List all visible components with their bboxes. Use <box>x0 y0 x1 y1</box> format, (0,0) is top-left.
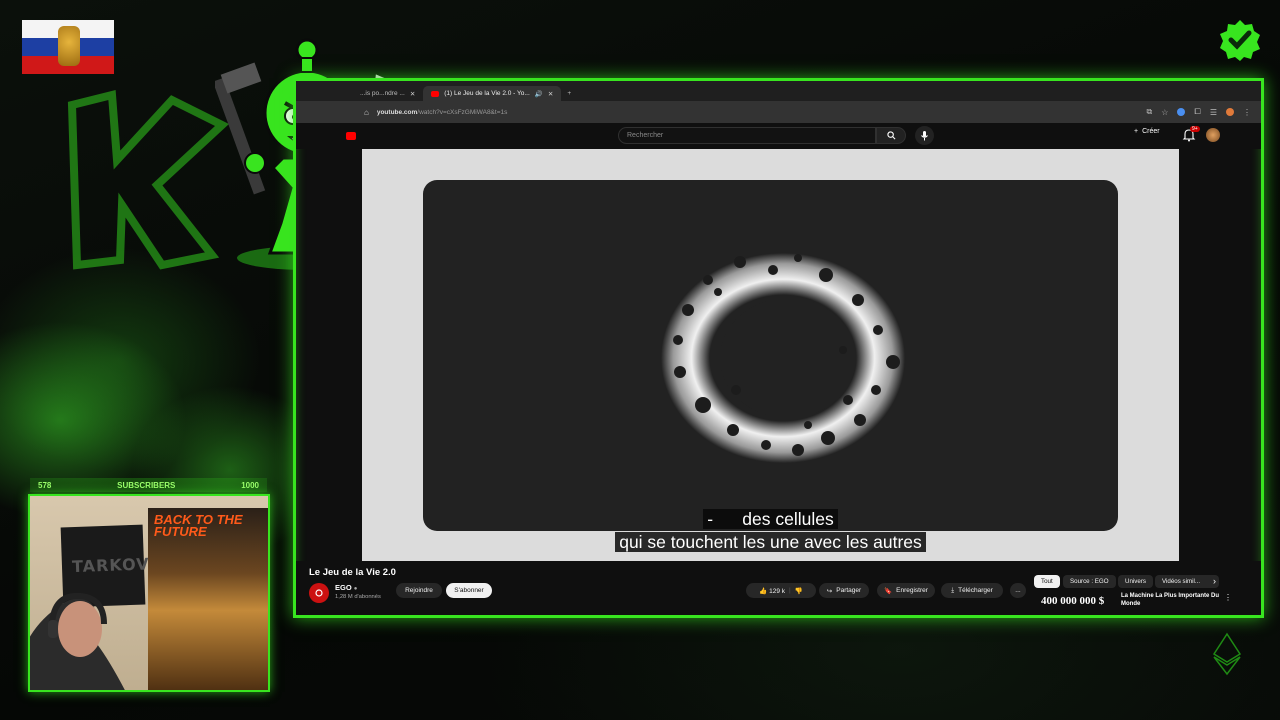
create-button[interactable]: + Créer <box>1134 128 1160 135</box>
recommendation-title[interactable]: La Machine La Plus Importante Du Monde <box>1121 592 1221 608</box>
home-icon[interactable]: ⌂ <box>364 108 369 117</box>
recommendation-menu-icon[interactable]: ⋮ <box>1224 593 1232 602</box>
url-host: youtube.com <box>376 108 418 116</box>
subscriber-label: SUBSCRIBERS <box>117 480 176 490</box>
verified-check-icon: ● <box>353 586 358 592</box>
share-label: Partager <box>836 587 862 594</box>
reading-list-icon[interactable]: ☰ <box>1210 108 1217 117</box>
download-label: Télécharger <box>958 587 993 594</box>
chip-universe[interactable]: Univers <box>1118 575 1153 588</box>
youtube-favicon-icon <box>431 90 440 97</box>
like-count: 129 k <box>769 587 785 595</box>
share-button[interactable]: ↪ Partager <box>819 583 869 598</box>
tab-youtube-active[interactable]: (1) Le Jeu de la Vie 2.0 - Yo... 🔊 ✕ <box>423 86 562 101</box>
save-button[interactable]: 🔖 Enregistrer <box>877 583 935 598</box>
close-tab-icon[interactable]: ✕ <box>410 90 415 98</box>
subscribe-button[interactable]: S'abonner <box>446 583 492 598</box>
channel-name[interactable]: EGO ● <box>335 583 357 592</box>
url-text[interactable]: youtube.com/watch?v=cXsFzGMiWA8&t=1s <box>377 109 508 116</box>
save-icon: 🔖 <box>884 587 893 595</box>
cast-icon[interactable]: ⧉ <box>1147 107 1153 117</box>
channel-avatar[interactable] <box>309 583 329 603</box>
search-icon <box>886 131 895 140</box>
chip-similar-videos[interactable]: Vidéos simil... <box>1155 575 1219 588</box>
video-player[interactable]: - des cellules qui se touchent les une a… <box>362 149 1179 561</box>
microphone-icon <box>921 130 928 140</box>
address-bar[interactable]: ⌂ youtube.com/watch?v=cXsFzGMiWA8&t=1s ⧉… <box>296 101 1261 123</box>
coat-of-arms-icon <box>58 26 80 66</box>
user-avatar[interactable] <box>1206 128 1220 142</box>
menu-dots-icon[interactable]: ⋮ <box>1243 108 1251 117</box>
cellular-ring-visual <box>661 253 905 463</box>
video-frame <box>423 180 1118 531</box>
video-info: Le Jeu de la Vie 2.0 EGO ● 1,28 M d'abon… <box>296 561 1261 615</box>
youtube-header: Rechercher + Créer 9+ <box>296 123 1261 149</box>
join-button[interactable]: Rejoindre <box>396 583 442 598</box>
profile-icon[interactable] <box>1226 108 1234 116</box>
subtitle-text: qui se touchent les une avec les autres <box>615 532 926 552</box>
bookmark-star-icon[interactable]: ☆ <box>1161 108 1168 117</box>
tab-label: ...is po...ndre ... <box>360 90 405 97</box>
close-tab-icon[interactable]: ✕ <box>548 90 553 98</box>
download-icon: ⤓ <box>951 586 955 594</box>
sidebar-dark <box>1179 149 1239 561</box>
search-input[interactable]: Rechercher <box>618 127 876 144</box>
browser-toolbar-icons: ⧉ ☆ ⧠ ☰ ⋮ <box>1147 107 1251 117</box>
subtitle-line-2: qui se touchent les une avec les autres <box>362 532 1179 553</box>
subscriber-goal: 1000 <box>241 480 259 490</box>
youtube-logo-icon[interactable] <box>346 132 356 140</box>
download-button[interactable]: ⤓ Télécharger <box>941 583 1003 598</box>
subtitle-line-1: - des cellules <box>362 509 1179 530</box>
recommendation-thumbnail-text[interactable]: 400 000 000 $ <box>1041 595 1104 607</box>
tab-label: (1) Le Jeu de la Vie 2.0 - Yo... <box>444 90 530 97</box>
poster-back-to-the-future: BACK TO THE FUTURE <box>148 508 268 690</box>
subscriber-current: 578 <box>38 480 52 490</box>
chevron-right-icon[interactable]: › <box>1213 576 1216 586</box>
like-button[interactable]: 👍 129 k <box>759 587 785 595</box>
video-title: Le Jeu de la Vie 2.0 <box>309 567 396 578</box>
poster-left-text: TARKOV <box>71 554 150 577</box>
streamer-person <box>30 592 125 690</box>
channel-subscriber-count: 1,28 M d'abonnés <box>335 594 381 600</box>
extension-icon[interactable] <box>1177 108 1186 116</box>
plus-icon: + <box>1134 128 1139 135</box>
channel-logo-icon <box>315 589 323 597</box>
like-dislike-group: 👍 129 k | 👎 <box>746 583 816 598</box>
k-logo-icon <box>67 89 229 270</box>
ethereum-icon <box>1212 632 1242 676</box>
channel-name-text: EGO <box>335 583 352 592</box>
search-button[interactable] <box>876 127 906 144</box>
save-label: Enregistrer <box>896 587 928 594</box>
share-icon: ↪ <box>826 587 833 595</box>
poster-right-text: BACK TO THE FUTURE <box>154 512 243 539</box>
tab-previous[interactable]: ...is po...ndre ... ✕ <box>352 86 423 101</box>
webcam-feed: TARKOV BACK TO THE FUTURE <box>28 494 270 692</box>
extensions-puzzle-icon[interactable]: ⧠ <box>1194 107 1200 117</box>
subtitle-text: - des cellules <box>703 509 838 529</box>
create-label: Créer <box>1142 128 1160 135</box>
notification-count-badge: 9+ <box>1190 126 1200 132</box>
chip-source[interactable]: Source : EGO <box>1063 575 1116 588</box>
new-tab-button[interactable]: + <box>561 90 577 97</box>
verified-badge-icon <box>1220 20 1260 61</box>
chip-all[interactable]: Tout <box>1034 575 1060 588</box>
russia-flag-icon <box>22 20 114 74</box>
browser-window: ...is po...ndre ... ✕ (1) Le Jeu de la V… <box>293 78 1264 618</box>
url-path: /watch?v=cXsFzGMiWA8&t=1s <box>417 108 508 116</box>
voice-search-button[interactable] <box>915 126 934 145</box>
tab-bar: ...is po...ndre ... ✕ (1) Le Jeu de la V… <box>296 81 1261 101</box>
more-actions-button[interactable]: ... <box>1010 583 1026 598</box>
speaker-icon[interactable]: 🔊 <box>535 90 543 98</box>
subscriber-goal-bar: 578 SUBSCRIBERS 1000 <box>30 478 267 492</box>
dislike-button[interactable]: 👎 <box>795 587 803 595</box>
